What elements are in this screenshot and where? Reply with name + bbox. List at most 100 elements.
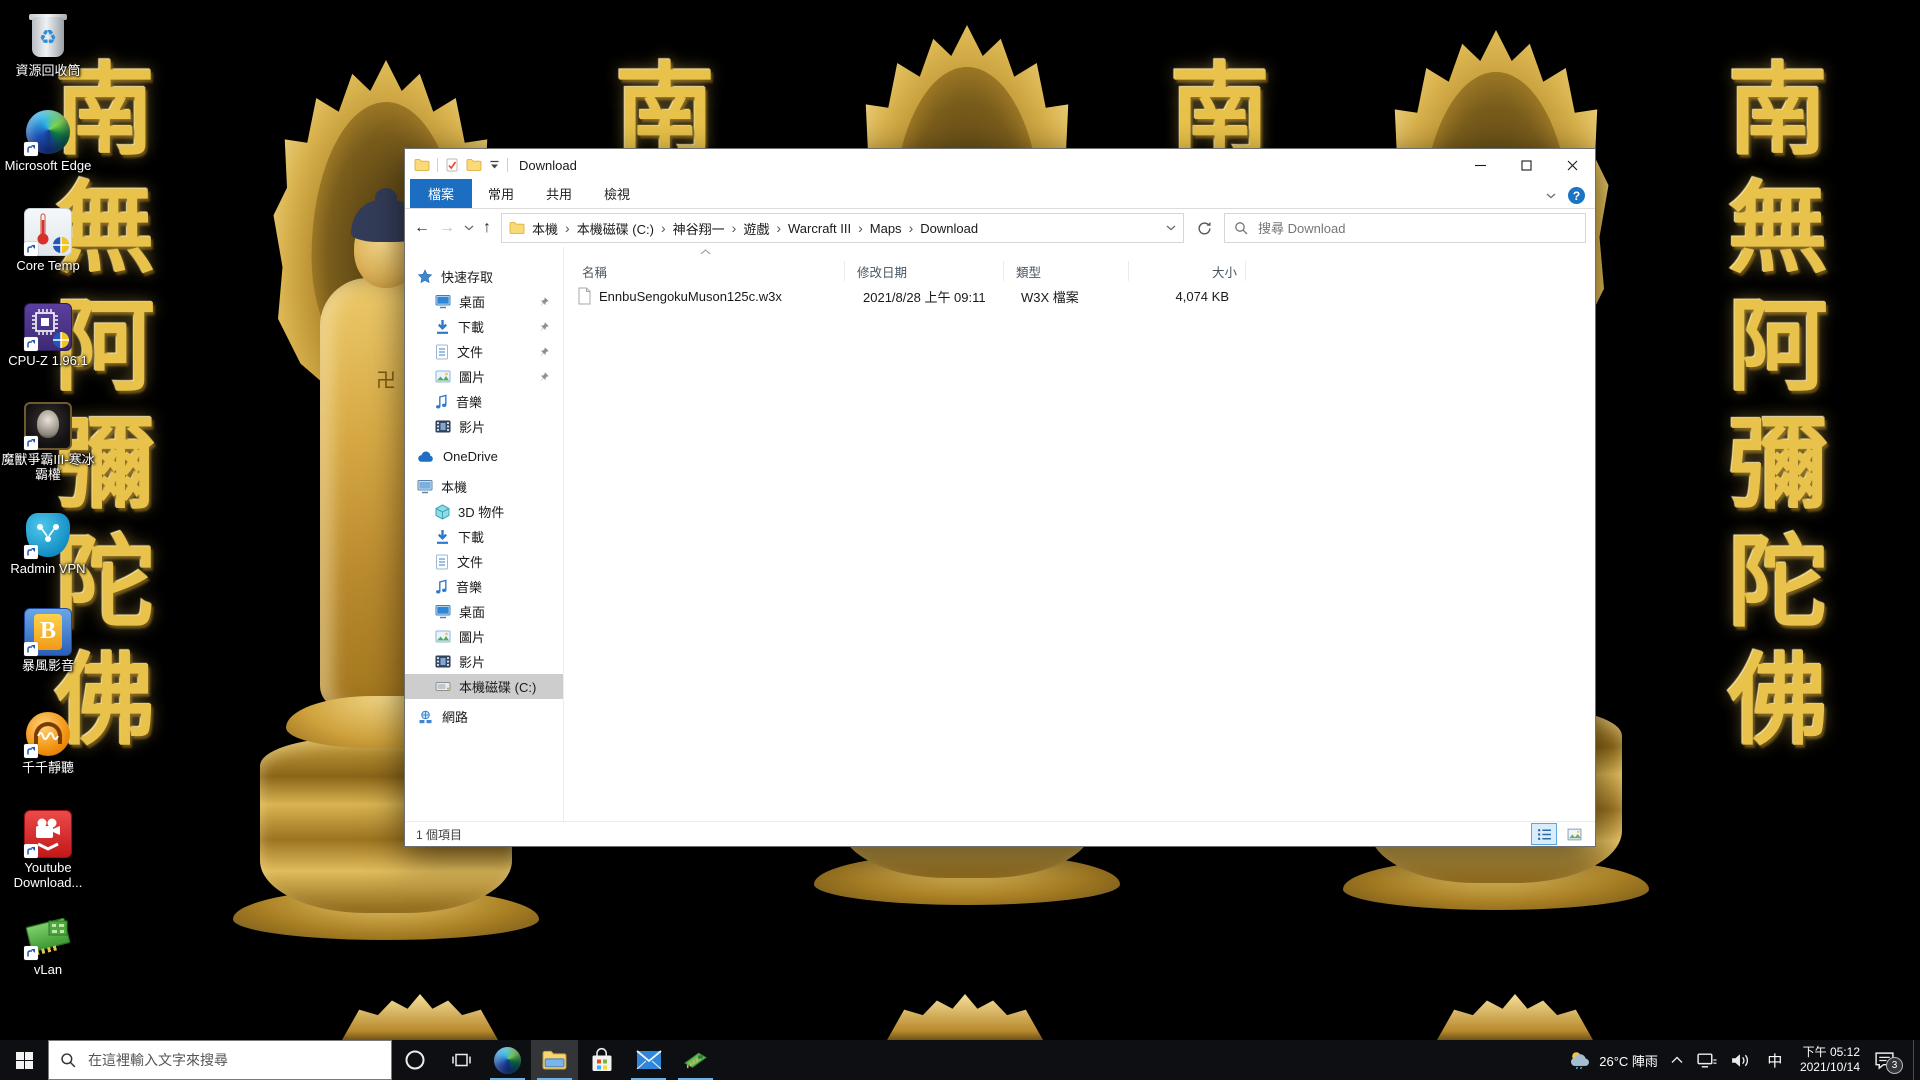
maximize-button[interactable] [1503,149,1549,181]
sidebar-section-onedrive[interactable]: OneDrive [405,444,563,469]
tab-home[interactable]: 常用 [472,179,530,208]
desktop-icon-recycle-bin[interactable]: ♻資源回收筒 [0,13,96,79]
desktop-icon-cpu-z[interactable]: CPU-Z 1.96.1 [0,303,96,369]
sidebar-item-videos[interactable]: 影片 [405,414,563,439]
taskbar-app-vlan[interactable] [672,1040,719,1080]
desktop-icon-core-temp[interactable]: Core Temp [0,208,96,274]
address-dropdown-icon[interactable] [1166,225,1176,231]
quick-access-star-icon [417,269,433,285]
breadcrumb-segment[interactable]: Download [915,218,983,239]
sidebar-item-downloads[interactable]: 下載 [405,524,563,549]
ime-indicator[interactable]: 中 [1762,1040,1788,1080]
network-tray-icon[interactable] [1694,1040,1719,1080]
tab-share[interactable]: 共用 [530,179,588,208]
properties-check-icon[interactable] [445,158,459,172]
folder-icon[interactable] [414,158,430,172]
minimize-button[interactable] [1457,149,1503,181]
sidebar-item-music[interactable]: 音樂 [405,389,563,414]
taskbar-search-input[interactable] [86,1051,380,1069]
folder-icon[interactable] [509,221,525,235]
breadcrumb: 本機›本機磁碟 (C:)›神谷翔一›遊戲›Warcraft III›Maps›D… [501,213,1184,243]
mantra-char: 南 [1170,58,1270,162]
breadcrumb-chevron-icon[interactable]: › [856,220,865,236]
task-view-button[interactable] [438,1040,484,1080]
details-view-button[interactable] [1531,823,1557,845]
sidebar-section-network[interactable]: 網路 [405,704,563,729]
recent-locations-icon[interactable] [464,225,474,231]
sidebar-item-3d-objects[interactable]: 3D 物件 [405,499,563,524]
sidebar-section-quick-access[interactable]: 快速存取 [405,264,563,289]
desktop-icon-warcraft-3-frozen-throne[interactable]: 魔獸爭霸III-寒冰霸權 [0,402,96,482]
sidebar-item-local-disk-c[interactable]: 本機磁碟 (C:) [405,674,563,699]
back-button[interactable]: ← [414,219,430,237]
breadcrumb-chevron-icon[interactable]: › [563,220,572,236]
warcraft3-icon [24,402,72,450]
show-desktop-button[interactable] [1913,1040,1920,1080]
shortcut-arrow-icon [24,242,38,256]
column-header-name[interactable]: 名稱 [570,261,845,281]
taskbar-app-microsoft-store[interactable] [578,1040,625,1080]
sidebar-item-desktop[interactable]: 桌面 [405,289,563,314]
breadcrumb-chevron-icon[interactable]: › [730,220,739,236]
qat-customize-icon[interactable] [489,160,500,170]
sidebar-item-videos[interactable]: 影片 [405,649,563,674]
pin-icon [538,296,550,308]
ttplayer-icon [24,710,72,758]
column-header-type[interactable]: 類型 [1004,261,1129,281]
pictures-folder-icon [435,370,451,383]
breadcrumb-segment[interactable]: 神谷翔一 [668,216,730,241]
breadcrumb-chevron-icon[interactable]: › [659,220,668,236]
volume-tray-icon[interactable] [1728,1040,1753,1080]
sidebar-label: 桌面 [459,292,485,311]
sidebar-item-pictures[interactable]: 圖片 [405,624,563,649]
desktop-icon-baofeng-player[interactable]: B暴風影音 [0,608,96,674]
file-row[interactable]: EnnbuSengokuMuson125c.w3x2021/8/28 上午 09… [570,285,1595,307]
sidebar-label: 網路 [442,707,468,726]
sidebar-section-this-pc[interactable]: 本機 [405,474,563,499]
help-button[interactable]: ? [1568,187,1585,204]
action-center-button[interactable]: 3 [1872,1040,1903,1080]
breadcrumb-segment[interactable]: 遊戲 [738,216,774,241]
breadcrumb-segment[interactable]: Maps [865,218,907,239]
item-count: 1 個項目 [416,826,462,843]
taskbar-app-file-explorer[interactable] [531,1040,578,1080]
tab-file[interactable]: 檔案 [410,179,472,208]
taskbar-app-mail[interactable] [625,1040,672,1080]
tab-view[interactable]: 檢視 [588,179,646,208]
cortana-button[interactable] [392,1040,438,1080]
breadcrumb-chevron-icon[interactable]: › [774,220,783,236]
sidebar-item-music[interactable]: 音樂 [405,574,563,599]
weather-widget[interactable]: 26°C 陣雨 [1566,1040,1660,1080]
close-button[interactable] [1549,149,1595,181]
up-button[interactable]: ↑ [483,219,491,237]
folder-icon[interactable] [466,158,482,172]
sidebar-item-downloads[interactable]: 下載 [405,314,563,339]
breadcrumb-chevron-icon[interactable]: › [907,220,916,236]
sidebar-item-pictures[interactable]: 圖片 [405,364,563,389]
quick-access-toolbar: Download [405,158,577,173]
desktop-icon-radmin-vpn[interactable]: Radmin VPN [0,511,96,577]
taskbar-app-edge[interactable] [484,1040,531,1080]
column-header-date-modified[interactable]: 修改日期 [845,261,1004,281]
column-header-size[interactable]: 大小 [1129,261,1246,281]
sidebar-item-documents[interactable]: 文件 [405,549,563,574]
sidebar-item-desktop[interactable]: 桌面 [405,599,563,624]
forward-button[interactable]: → [439,219,455,237]
start-button[interactable] [0,1040,48,1080]
desktop-icon-ttplayer[interactable]: 千千靜聽 [0,710,96,776]
desktop-icon-youtube-downloader[interactable]: Youtube Download... [0,810,96,890]
desktop-icon-vlan[interactable]: vLan [0,912,96,978]
clock-widget[interactable]: 下午 05:12 2021/10/14 [1797,1040,1863,1080]
breadcrumb-segment[interactable]: 本機 [527,216,563,241]
mantra-column: 南無阿彌陀佛 [1728,58,1828,752]
refresh-button[interactable] [1190,214,1218,242]
onedrive-cloud-icon [417,451,435,463]
sidebar-item-documents[interactable]: 文件 [405,339,563,364]
search-input[interactable] [1256,220,1576,237]
breadcrumb-segment[interactable]: 本機磁碟 (C:) [572,216,659,241]
thumbnails-view-button[interactable] [1561,823,1587,845]
desktop-icon-microsoft-edge[interactable]: Microsoft Edge [0,108,96,174]
ribbon-expand-icon[interactable] [1546,193,1556,199]
breadcrumb-segment[interactable]: Warcraft III [783,218,856,239]
tray-overflow-button[interactable] [1669,1040,1685,1080]
